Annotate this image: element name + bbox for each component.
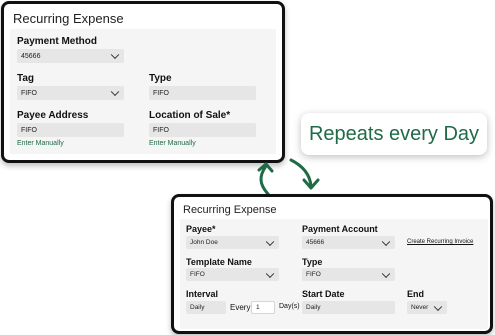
payment-method-value: 45666 bbox=[21, 52, 41, 60]
end-label: End bbox=[407, 289, 424, 299]
every-count-value: 1 bbox=[256, 304, 260, 311]
start-date-value: Daily bbox=[306, 304, 321, 311]
payee-label: Payee* bbox=[186, 224, 216, 234]
interval-label: Interval bbox=[186, 289, 219, 299]
curved-arrow-up-icon bbox=[257, 162, 274, 196]
callout-text: Repeats every Day bbox=[308, 122, 480, 145]
payment-account-label: Payment Account bbox=[302, 224, 378, 234]
payee-address-label: Payee Address bbox=[17, 110, 89, 121]
location-of-sale-label: Location of Sale* bbox=[149, 110, 231, 121]
enter-manually-link[interactable]: Enter Manually bbox=[17, 140, 64, 147]
days-unit-label: Day(s) bbox=[279, 303, 300, 310]
type-field[interactable]: FIFO bbox=[149, 86, 256, 100]
recurring-expense-panel-top: Recurring Expense Payment Method 45666 T… bbox=[1, 1, 285, 163]
chevron-down-icon bbox=[110, 50, 120, 60]
curved-arrow-down-icon bbox=[289, 158, 320, 190]
payment-account-select[interactable]: 45666 bbox=[302, 236, 395, 249]
type-value: FIFO bbox=[153, 89, 169, 97]
payee-value: John Doe bbox=[190, 239, 218, 246]
type-label: Type bbox=[149, 73, 172, 84]
repeats-callout: Repeats every Day bbox=[301, 113, 487, 155]
payment-account-value: 45666 bbox=[306, 239, 325, 246]
chevron-down-icon bbox=[265, 237, 275, 246]
start-date-field[interactable]: Daily bbox=[302, 301, 395, 314]
end-value: Never bbox=[411, 304, 429, 311]
recurring-expense-panel-bottom: Recurring Expense Payee* John Doe Paymen… bbox=[171, 194, 493, 334]
panel-title: Recurring Expense bbox=[183, 204, 277, 216]
every-label: Every bbox=[230, 303, 251, 312]
end-select[interactable]: Never bbox=[407, 301, 447, 314]
payee-select[interactable]: John Doe bbox=[186, 236, 279, 249]
payment-method-label: Payment Method bbox=[17, 36, 98, 47]
every-count-field[interactable]: 1 bbox=[251, 301, 275, 314]
chevron-down-icon bbox=[381, 269, 391, 278]
type-select[interactable]: FIFO bbox=[302, 268, 395, 281]
payee-address-field[interactable]: FIFO bbox=[17, 123, 124, 137]
location-of-sale-value: FIFO bbox=[153, 126, 169, 134]
template-name-label: Template Name bbox=[186, 257, 252, 267]
chevron-down-icon bbox=[381, 237, 391, 246]
tag-value: FIFO bbox=[21, 89, 37, 97]
template-name-select[interactable]: FIFO bbox=[186, 268, 279, 281]
template-name-value: FIFO bbox=[190, 271, 205, 278]
type-value: FIFO bbox=[306, 271, 321, 278]
payment-method-select[interactable]: 45666 bbox=[17, 49, 124, 63]
start-date-label: Start Date bbox=[302, 289, 345, 299]
create-recurring-invoice-link[interactable]: Create Recurring Invoice bbox=[407, 239, 473, 245]
type-label: Type bbox=[302, 257, 323, 267]
location-of-sale-field[interactable]: FIFO bbox=[149, 123, 256, 137]
chevron-down-icon bbox=[433, 302, 443, 311]
tag-label: Tag bbox=[17, 73, 35, 84]
panel-title: Recurring Expense bbox=[13, 11, 124, 26]
tag-select[interactable]: FIFO bbox=[17, 86, 124, 100]
chevron-down-icon bbox=[110, 87, 120, 97]
interval-field[interactable]: Daily bbox=[186, 301, 226, 314]
interval-value: Daily bbox=[190, 304, 205, 311]
enter-manually-link[interactable]: Enter Manually bbox=[149, 140, 196, 147]
chevron-down-icon bbox=[265, 269, 275, 278]
payee-address-value: FIFO bbox=[21, 126, 37, 134]
